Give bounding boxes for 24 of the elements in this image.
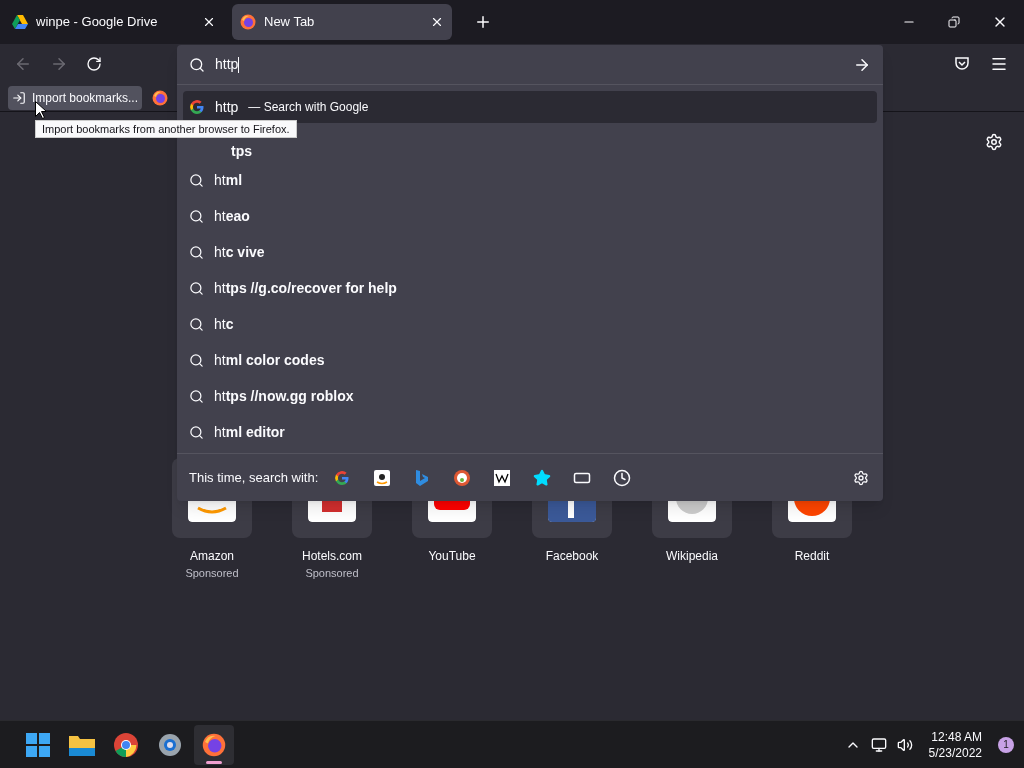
- suggestion-text: html editor: [214, 422, 285, 442]
- bookmark-label: Import bookmarks...: [32, 89, 139, 107]
- search-with-label: This time, search with:: [189, 468, 319, 487]
- sponsored-label: Sponsored: [185, 566, 239, 581]
- suggestion-text: html: [214, 170, 243, 190]
- tab-title: winpe - Google Drive: [36, 13, 159, 32]
- site-label: YouTube: [428, 548, 476, 565]
- suggestion-text: hteao: [214, 206, 250, 226]
- suggestion-action: — Search with Google: [248, 99, 369, 116]
- suggestion-text: html color codes: [214, 350, 325, 370]
- tab-title: New Tab: [264, 13, 316, 32]
- suggestion-text: htc vive: [214, 242, 265, 262]
- site-label: Hotels.com: [302, 548, 362, 565]
- suggestion-text: https //g.co/recover for help: [214, 278, 397, 298]
- site-label: Wikipedia: [666, 548, 718, 565]
- suggestion-text: tps: [230, 141, 252, 161]
- site-label: Amazon: [190, 548, 234, 565]
- suggestion-text: https //now.gg roblox: [214, 386, 354, 406]
- sponsored-label: Sponsored: [305, 566, 359, 581]
- suggestion-text: http: [215, 97, 239, 117]
- tooltip: Import bookmarks from another browser to Firefox.: [35, 120, 297, 138]
- suggestion-text: htc: [214, 314, 234, 334]
- site-label: Facebook: [545, 548, 599, 565]
- site-label: Reddit: [794, 548, 830, 565]
